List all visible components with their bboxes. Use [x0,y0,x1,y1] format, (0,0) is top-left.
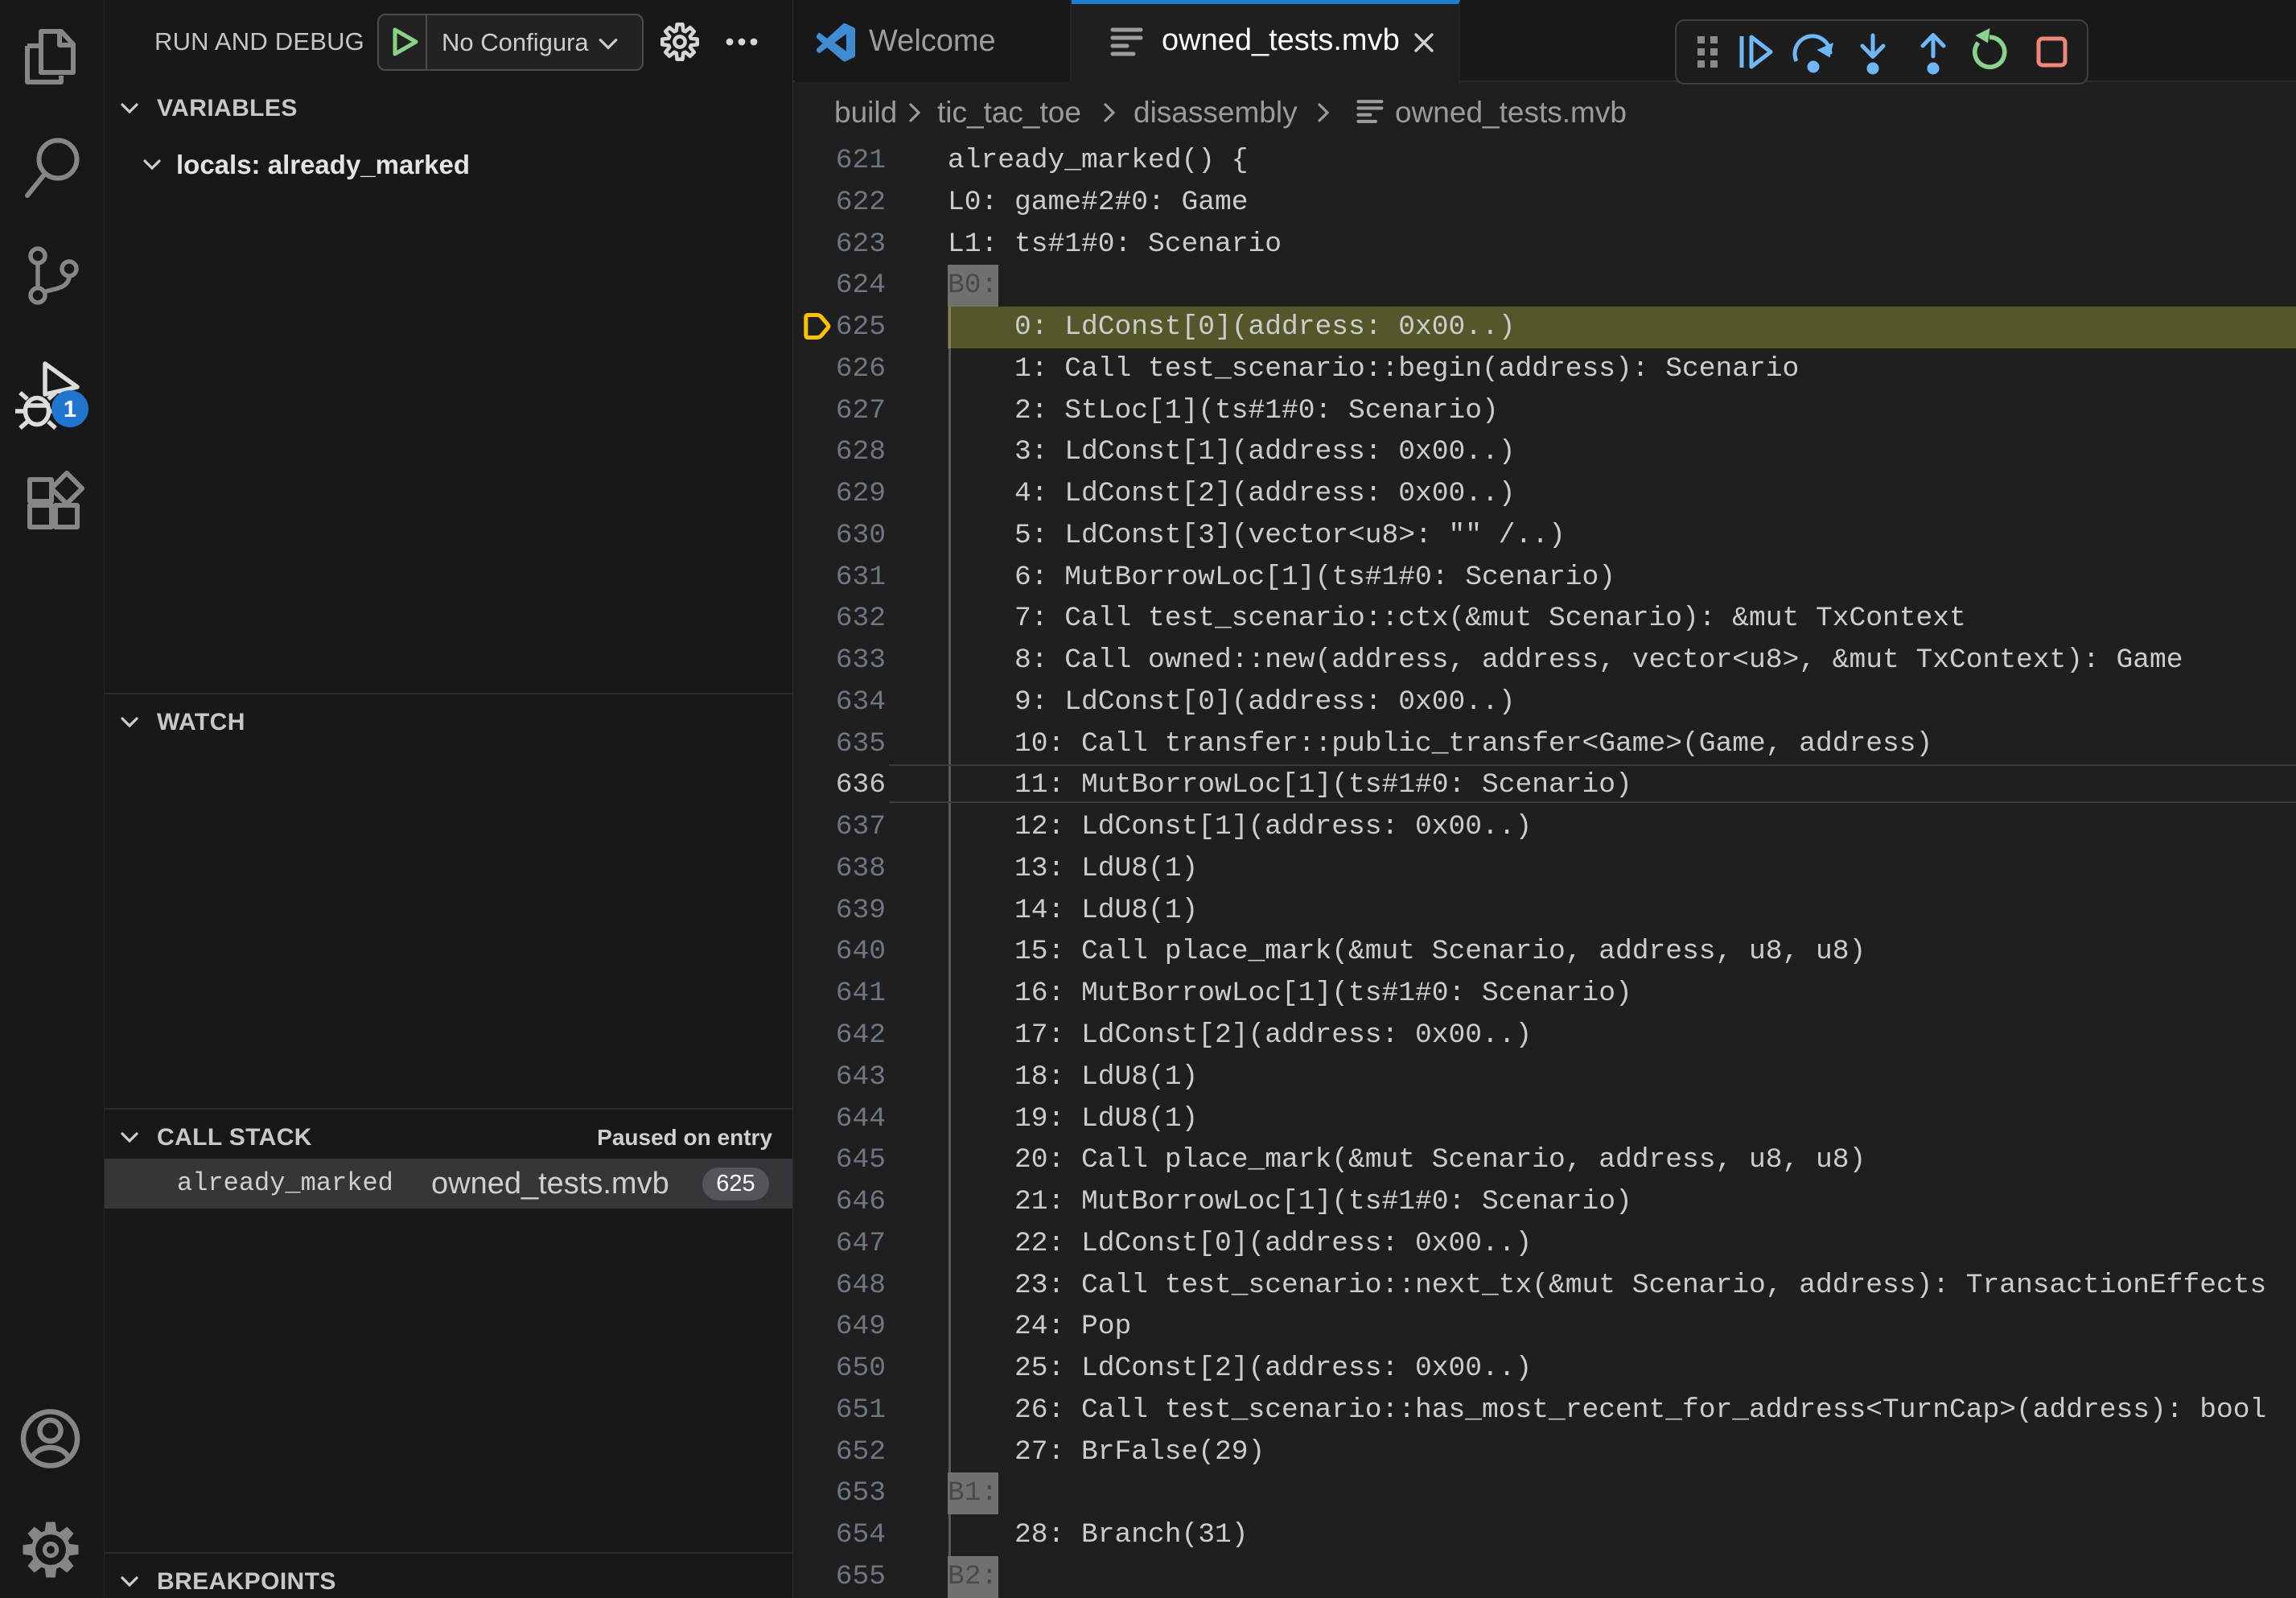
svg-text:1: 1 [64,397,76,422]
